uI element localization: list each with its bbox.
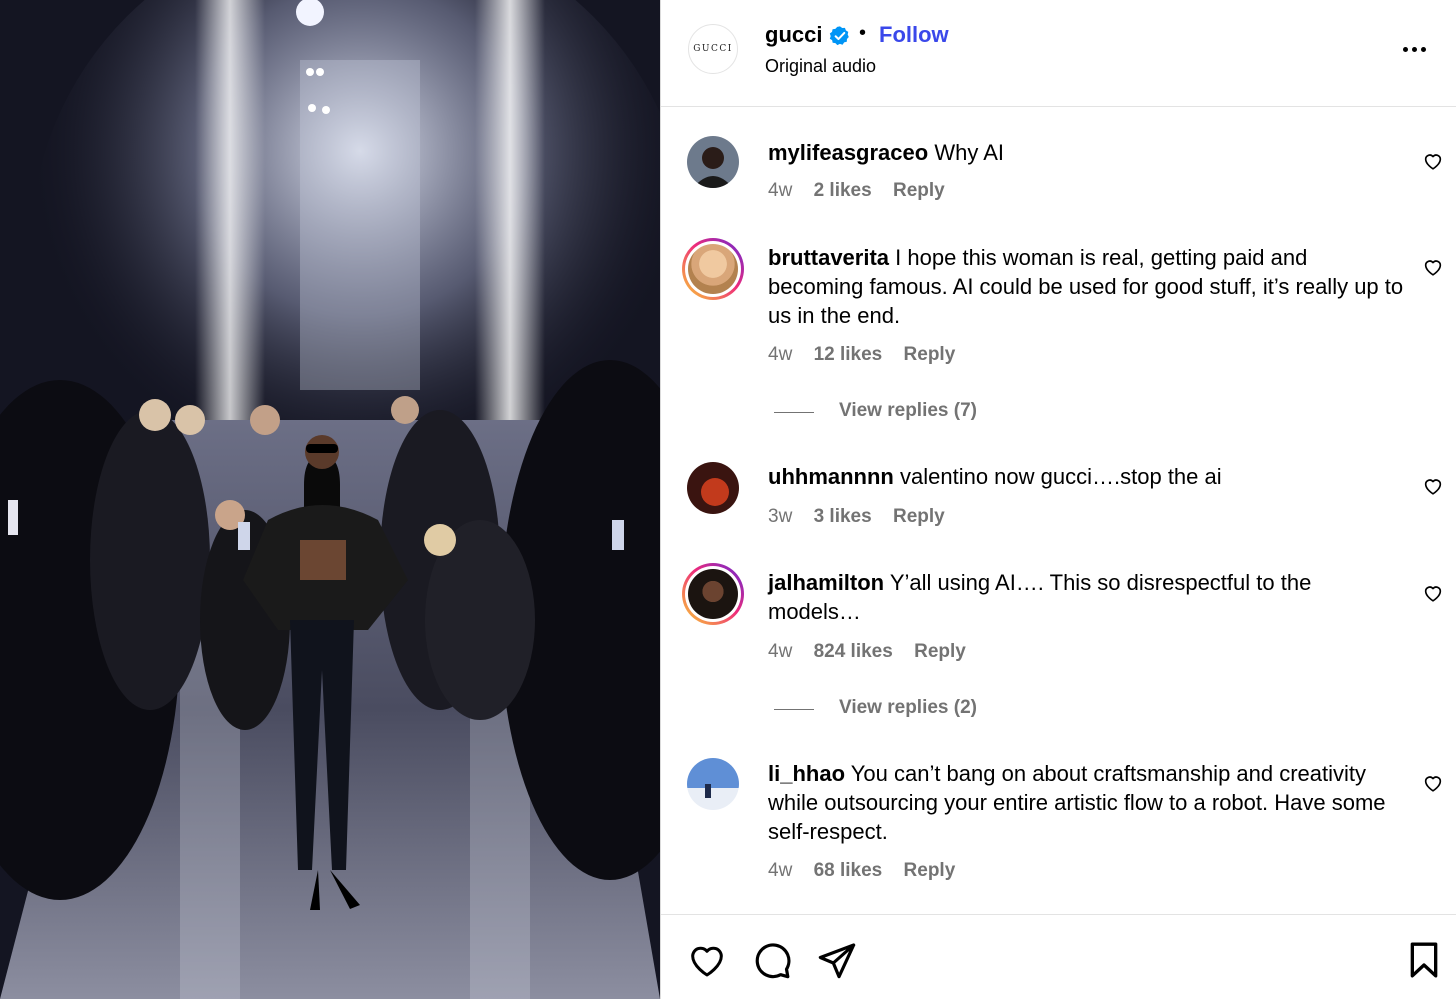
like-comment-heart-icon[interactable] xyxy=(1422,150,1444,172)
runway-scene xyxy=(0,0,660,999)
post-panel: GUCCI gucci • Follow Original audio myli… xyxy=(660,0,1456,999)
post-action-bar xyxy=(661,914,1456,999)
reply-button[interactable]: Reply xyxy=(914,641,966,662)
comment-text: You can’t bang on about craftsmanship an… xyxy=(768,761,1386,844)
reply-button[interactable]: Reply xyxy=(893,180,945,201)
comment-likes[interactable]: 2 likes xyxy=(814,180,872,201)
comment-likes[interactable]: 68 likes xyxy=(814,860,883,881)
like-comment-heart-icon[interactable] xyxy=(1422,475,1444,497)
replies-divider xyxy=(774,412,814,413)
commenter-avatar[interactable] xyxy=(682,238,744,300)
comment-likes[interactable]: 3 likes xyxy=(814,506,872,527)
like-comment-heart-icon[interactable] xyxy=(1422,772,1444,794)
commenter-avatar[interactable] xyxy=(682,563,744,625)
audio-label[interactable]: Original audio xyxy=(765,56,876,77)
account-avatar[interactable]: GUCCI xyxy=(688,24,738,74)
replies-divider xyxy=(774,709,814,710)
share-icon[interactable] xyxy=(817,940,857,980)
comment-time: 3w xyxy=(768,506,793,527)
comment-username[interactable]: mylifeasgraceo xyxy=(768,140,928,165)
comment-time: 4w xyxy=(768,344,793,365)
bookmark-icon[interactable] xyxy=(1404,940,1444,980)
reply-button[interactable]: Reply xyxy=(904,344,956,365)
comment-meta: 4w 2 likes Reply xyxy=(768,180,961,202)
comment-time: 4w xyxy=(768,641,793,662)
comment-username[interactable]: bruttaverita xyxy=(768,245,889,270)
comment-username[interactable]: jalhamilton xyxy=(768,570,884,595)
commenter-avatar[interactable] xyxy=(687,462,739,514)
view-replies-label: View replies (2) xyxy=(839,697,977,718)
post-header: GUCCI gucci • Follow Original audio xyxy=(661,0,1456,107)
comment-text: Why AI xyxy=(934,140,1005,165)
verified-badge-icon xyxy=(829,26,849,46)
commenter-avatar[interactable] xyxy=(687,758,739,810)
comment-likes[interactable]: 12 likes xyxy=(814,344,883,365)
account-username[interactable]: gucci xyxy=(765,22,822,48)
comment-likes[interactable]: 824 likes xyxy=(814,641,893,662)
heart-icon[interactable] xyxy=(687,940,727,980)
comment-meta: 4w 12 likes Reply xyxy=(768,344,971,366)
comment-time: 4w xyxy=(768,860,793,881)
comment-time: 4w xyxy=(768,180,793,201)
view-replies-label: View replies (7) xyxy=(839,400,977,421)
follow-button[interactable]: Follow xyxy=(879,22,949,48)
post-media[interactable] xyxy=(0,0,660,999)
commenter-avatar[interactable] xyxy=(687,136,739,188)
separator-dot: • xyxy=(859,22,867,44)
more-options-icon[interactable] xyxy=(1394,36,1434,62)
like-comment-heart-icon[interactable] xyxy=(1422,256,1444,278)
comment-meta: 4w 68 likes Reply xyxy=(768,860,971,882)
comment-meta: 4w 824 likes Reply xyxy=(768,641,982,663)
comment-icon[interactable] xyxy=(752,940,792,980)
comment-username[interactable]: li_hhao xyxy=(768,761,845,786)
comment-text: valentino now gucci….stop the ai xyxy=(900,464,1222,489)
reply-button[interactable]: Reply xyxy=(893,506,945,527)
like-comment-heart-icon[interactable] xyxy=(1422,582,1444,604)
comment-meta: 3w 3 likes Reply xyxy=(768,506,961,528)
comment-username[interactable]: uhhmannnn xyxy=(768,464,894,489)
reply-button[interactable]: Reply xyxy=(904,860,956,881)
